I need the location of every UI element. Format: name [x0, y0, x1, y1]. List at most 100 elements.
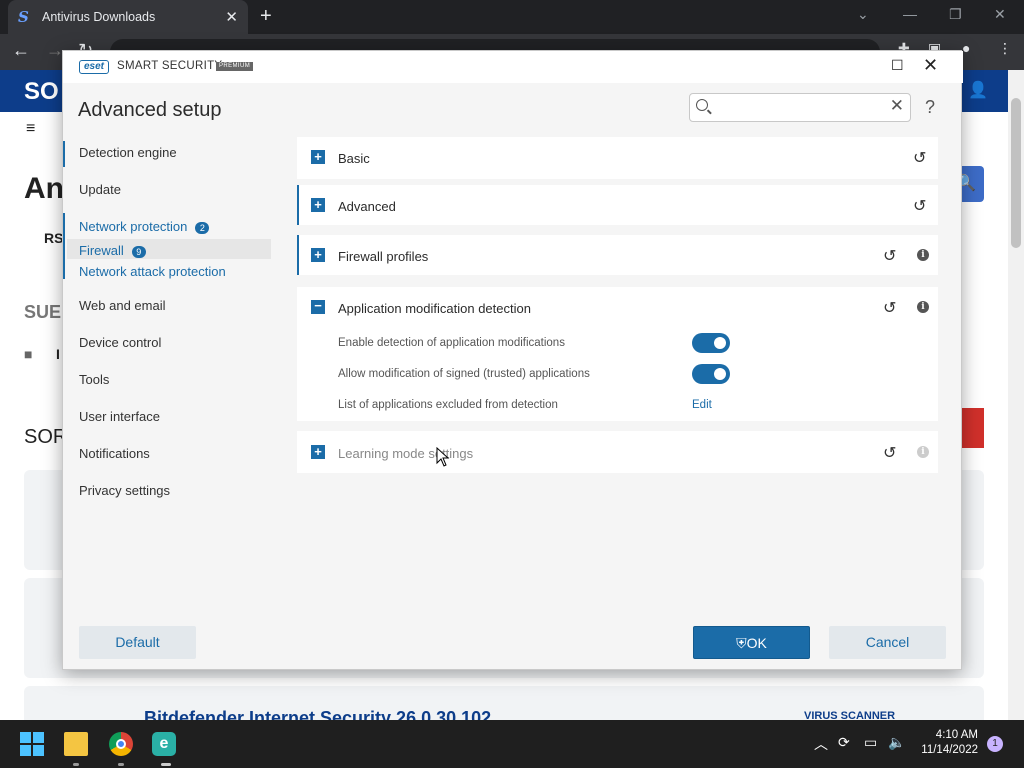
product-tag: PREMIUM: [216, 62, 254, 71]
taskbar: e ︿ ⟳ ▭ 🔈 4:10 AM 11/14/2022 1: [0, 720, 1024, 768]
edit-exclusions-link[interactable]: Edit: [692, 399, 712, 411]
restore-icon[interactable]: ❐: [949, 6, 962, 23]
section-indicator: [297, 235, 299, 275]
maximize-icon[interactable]: ☐: [891, 57, 904, 74]
setting-label: Enable detection of application modifica…: [338, 337, 565, 349]
expand-icon[interactable]: +: [311, 198, 325, 212]
info-icon[interactable]: i: [917, 249, 929, 261]
window-close-icon[interactable]: ✕: [994, 6, 1006, 23]
mouse-cursor-icon: [436, 447, 450, 467]
sidebar-item-firewall[interactable]: Firewall 9: [79, 243, 146, 258]
tab-search-icon[interactable]: ⌄: [857, 6, 869, 23]
section-title: Basic: [338, 151, 370, 166]
folder-icon: ■: [24, 346, 33, 362]
count-badge: 9: [131, 245, 146, 258]
tab-title: Antivirus Downloads: [42, 10, 156, 24]
dialog-titlebar: eset SMART SECURITY PREMIUM ☐ ✕: [63, 51, 963, 83]
dialog-heading: Advanced setup: [78, 99, 222, 121]
revert-icon[interactable]: ↺: [883, 443, 896, 463]
expand-icon[interactable]: +: [311, 445, 325, 459]
shield-icon: ⛨: [736, 635, 747, 651]
revert-icon[interactable]: ↺: [913, 196, 926, 216]
sidebar-item-detection-engine[interactable]: Detection engine: [79, 145, 177, 160]
sidebar-item-network-protection[interactable]: Network protection 2: [79, 219, 210, 234]
sidebar-item-device-control[interactable]: Device control: [79, 335, 161, 350]
count-badge: 2: [195, 221, 210, 234]
rss-link[interactable]: RS: [44, 230, 63, 246]
search-icon: [696, 99, 708, 111]
new-tab-icon[interactable]: +: [260, 5, 272, 28]
expand-icon[interactable]: +: [311, 248, 325, 262]
back-icon[interactable]: ←: [12, 40, 30, 61]
revert-icon[interactable]: ↺: [913, 148, 926, 168]
revert-icon[interactable]: ↺: [883, 246, 896, 266]
section-basic[interactable]: + Basic ↺: [297, 137, 938, 179]
sidebar-item-web-and-email[interactable]: Web and email: [79, 298, 165, 313]
tab-close-icon[interactable]: ✕: [225, 8, 238, 26]
sidebar-active-indicator: [63, 213, 65, 279]
sync-icon[interactable]: ⟳: [838, 734, 850, 751]
system-clock[interactable]: 4:10 AM 11/14/2022: [914, 728, 978, 758]
eset-taskbar-icon[interactable]: e: [152, 732, 176, 756]
site-favicon-icon: S: [18, 8, 29, 26]
settings-search-input[interactable]: ✕: [689, 93, 911, 122]
running-indicator: [73, 763, 79, 766]
browser-tab[interactable]: S Antivirus Downloads ✕: [8, 0, 248, 34]
sidebar-item-privacy-settings[interactable]: Privacy settings: [79, 483, 170, 498]
clock-time: 4:10 AM: [935, 729, 978, 741]
revert-icon[interactable]: ↺: [883, 298, 896, 318]
running-indicator: [118, 763, 124, 766]
clear-search-icon[interactable]: ✕: [890, 96, 904, 116]
network-icon[interactable]: ▭: [864, 734, 877, 751]
sidebar-item-tools[interactable]: Tools: [79, 372, 109, 387]
minimize-icon[interactable]: —: [903, 6, 917, 22]
folder-text: I: [56, 346, 60, 362]
eset-logo: eset: [79, 60, 110, 74]
volume-icon[interactable]: 🔈: [888, 734, 905, 751]
site-logo: SO: [24, 78, 59, 105]
dialog-close-icon[interactable]: ✕: [923, 55, 938, 76]
sidebar-item-update[interactable]: Update: [79, 182, 121, 197]
ok-label: OK: [746, 635, 767, 651]
expand-icon[interactable]: +: [311, 150, 325, 164]
allow-signed-toggle[interactable]: [692, 364, 730, 384]
page-scrollbar[interactable]: [1008, 70, 1024, 720]
notification-badge[interactable]: 1: [987, 736, 1003, 752]
collapse-icon[interactable]: −: [311, 299, 325, 314]
sidebar-item-network-attack-protection[interactable]: Network attack protection: [79, 264, 226, 279]
help-icon[interactable]: ?: [925, 97, 935, 118]
sidebar-item-label: Network protection: [79, 219, 188, 234]
clock-date: 11/14/2022: [921, 744, 978, 756]
section-title: Application modification detection: [338, 301, 531, 316]
page-heading: An: [24, 172, 64, 205]
scrollbar-thumb[interactable]: [1011, 98, 1021, 248]
active-indicator: [161, 763, 171, 766]
cancel-button[interactable]: Cancel: [829, 626, 946, 659]
start-menu-icon[interactable]: [20, 732, 44, 756]
sidebar-item-user-interface[interactable]: User interface: [79, 409, 160, 424]
default-button[interactable]: Default: [79, 626, 196, 659]
section-title: Firewall profiles: [338, 249, 429, 264]
ok-button[interactable]: ⛨OK: [693, 626, 810, 659]
sidebar-item-label: Firewall: [79, 243, 124, 258]
section-title: Learning mode settings: [338, 446, 474, 461]
section-firewall-profiles[interactable]: + Firewall profiles ↺ i: [297, 235, 938, 275]
category-tag[interactable]: VIRUS SCANNER: [804, 710, 895, 720]
enable-detection-toggle[interactable]: [692, 333, 730, 353]
profile-icon[interactable]: ●: [962, 40, 970, 56]
tray-overflow-icon[interactable]: ︿: [814, 734, 828, 754]
product-link[interactable]: Bitdefender Internet Security 26.0.30.10…: [144, 708, 491, 720]
menu-icon[interactable]: ⋮: [998, 40, 1012, 57]
advanced-setup-dialog: eset SMART SECURITY PREMIUM ☐ ✕ Advanced…: [62, 50, 963, 670]
section-title: Advanced: [338, 199, 396, 214]
sidebar-item-notifications[interactable]: Notifications: [79, 446, 150, 461]
hamburger-icon[interactable]: ≡: [26, 120, 35, 138]
section-indicator: [297, 185, 299, 225]
info-icon[interactable]: i: [917, 301, 929, 313]
subheading: SUE: [24, 302, 62, 322]
file-explorer-icon[interactable]: [64, 732, 88, 756]
user-icon[interactable]: 👤: [968, 80, 988, 100]
chrome-icon[interactable]: [109, 732, 133, 756]
section-learning-mode-settings[interactable]: + Learning mode settings ↺ i: [297, 431, 938, 473]
section-advanced[interactable]: + Advanced ↺: [297, 185, 938, 225]
